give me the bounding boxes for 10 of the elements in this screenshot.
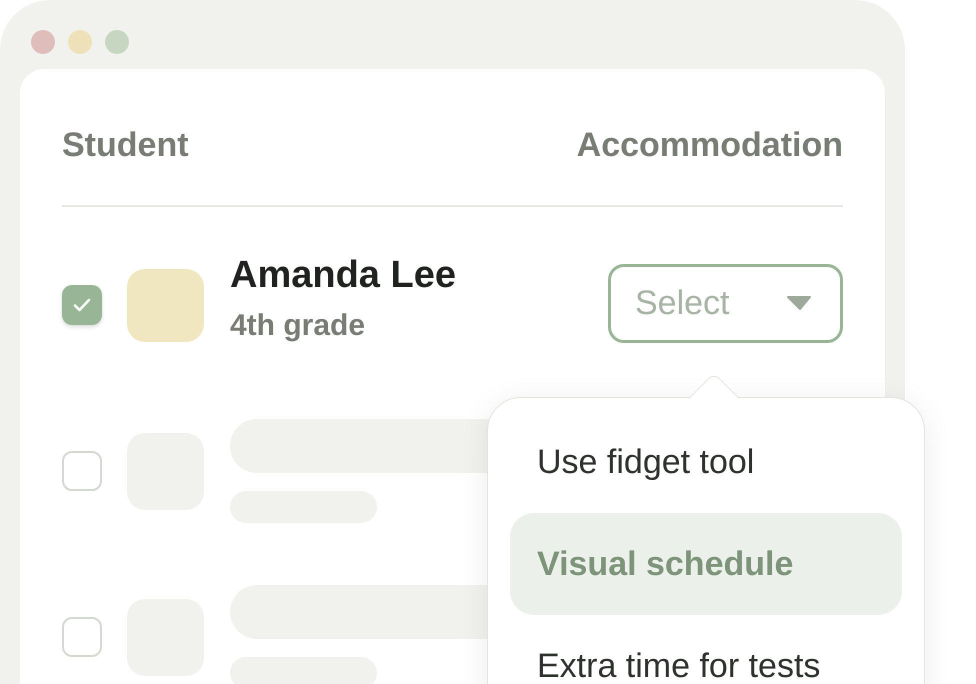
menu-item[interactable]: Use fidget tool [510,411,902,513]
column-header: Accommodation [576,125,843,165]
checkbox[interactable] [62,617,102,657]
column-header: Student [62,125,189,165]
checkbox[interactable] [62,451,102,491]
caret-icon [786,296,812,310]
student-name: Amanda Lee [230,253,457,298]
student-grade: 4th grade [230,308,366,344]
checkbox[interactable] [62,285,102,325]
menu-item[interactable]: Extra time for tests [510,615,902,684]
